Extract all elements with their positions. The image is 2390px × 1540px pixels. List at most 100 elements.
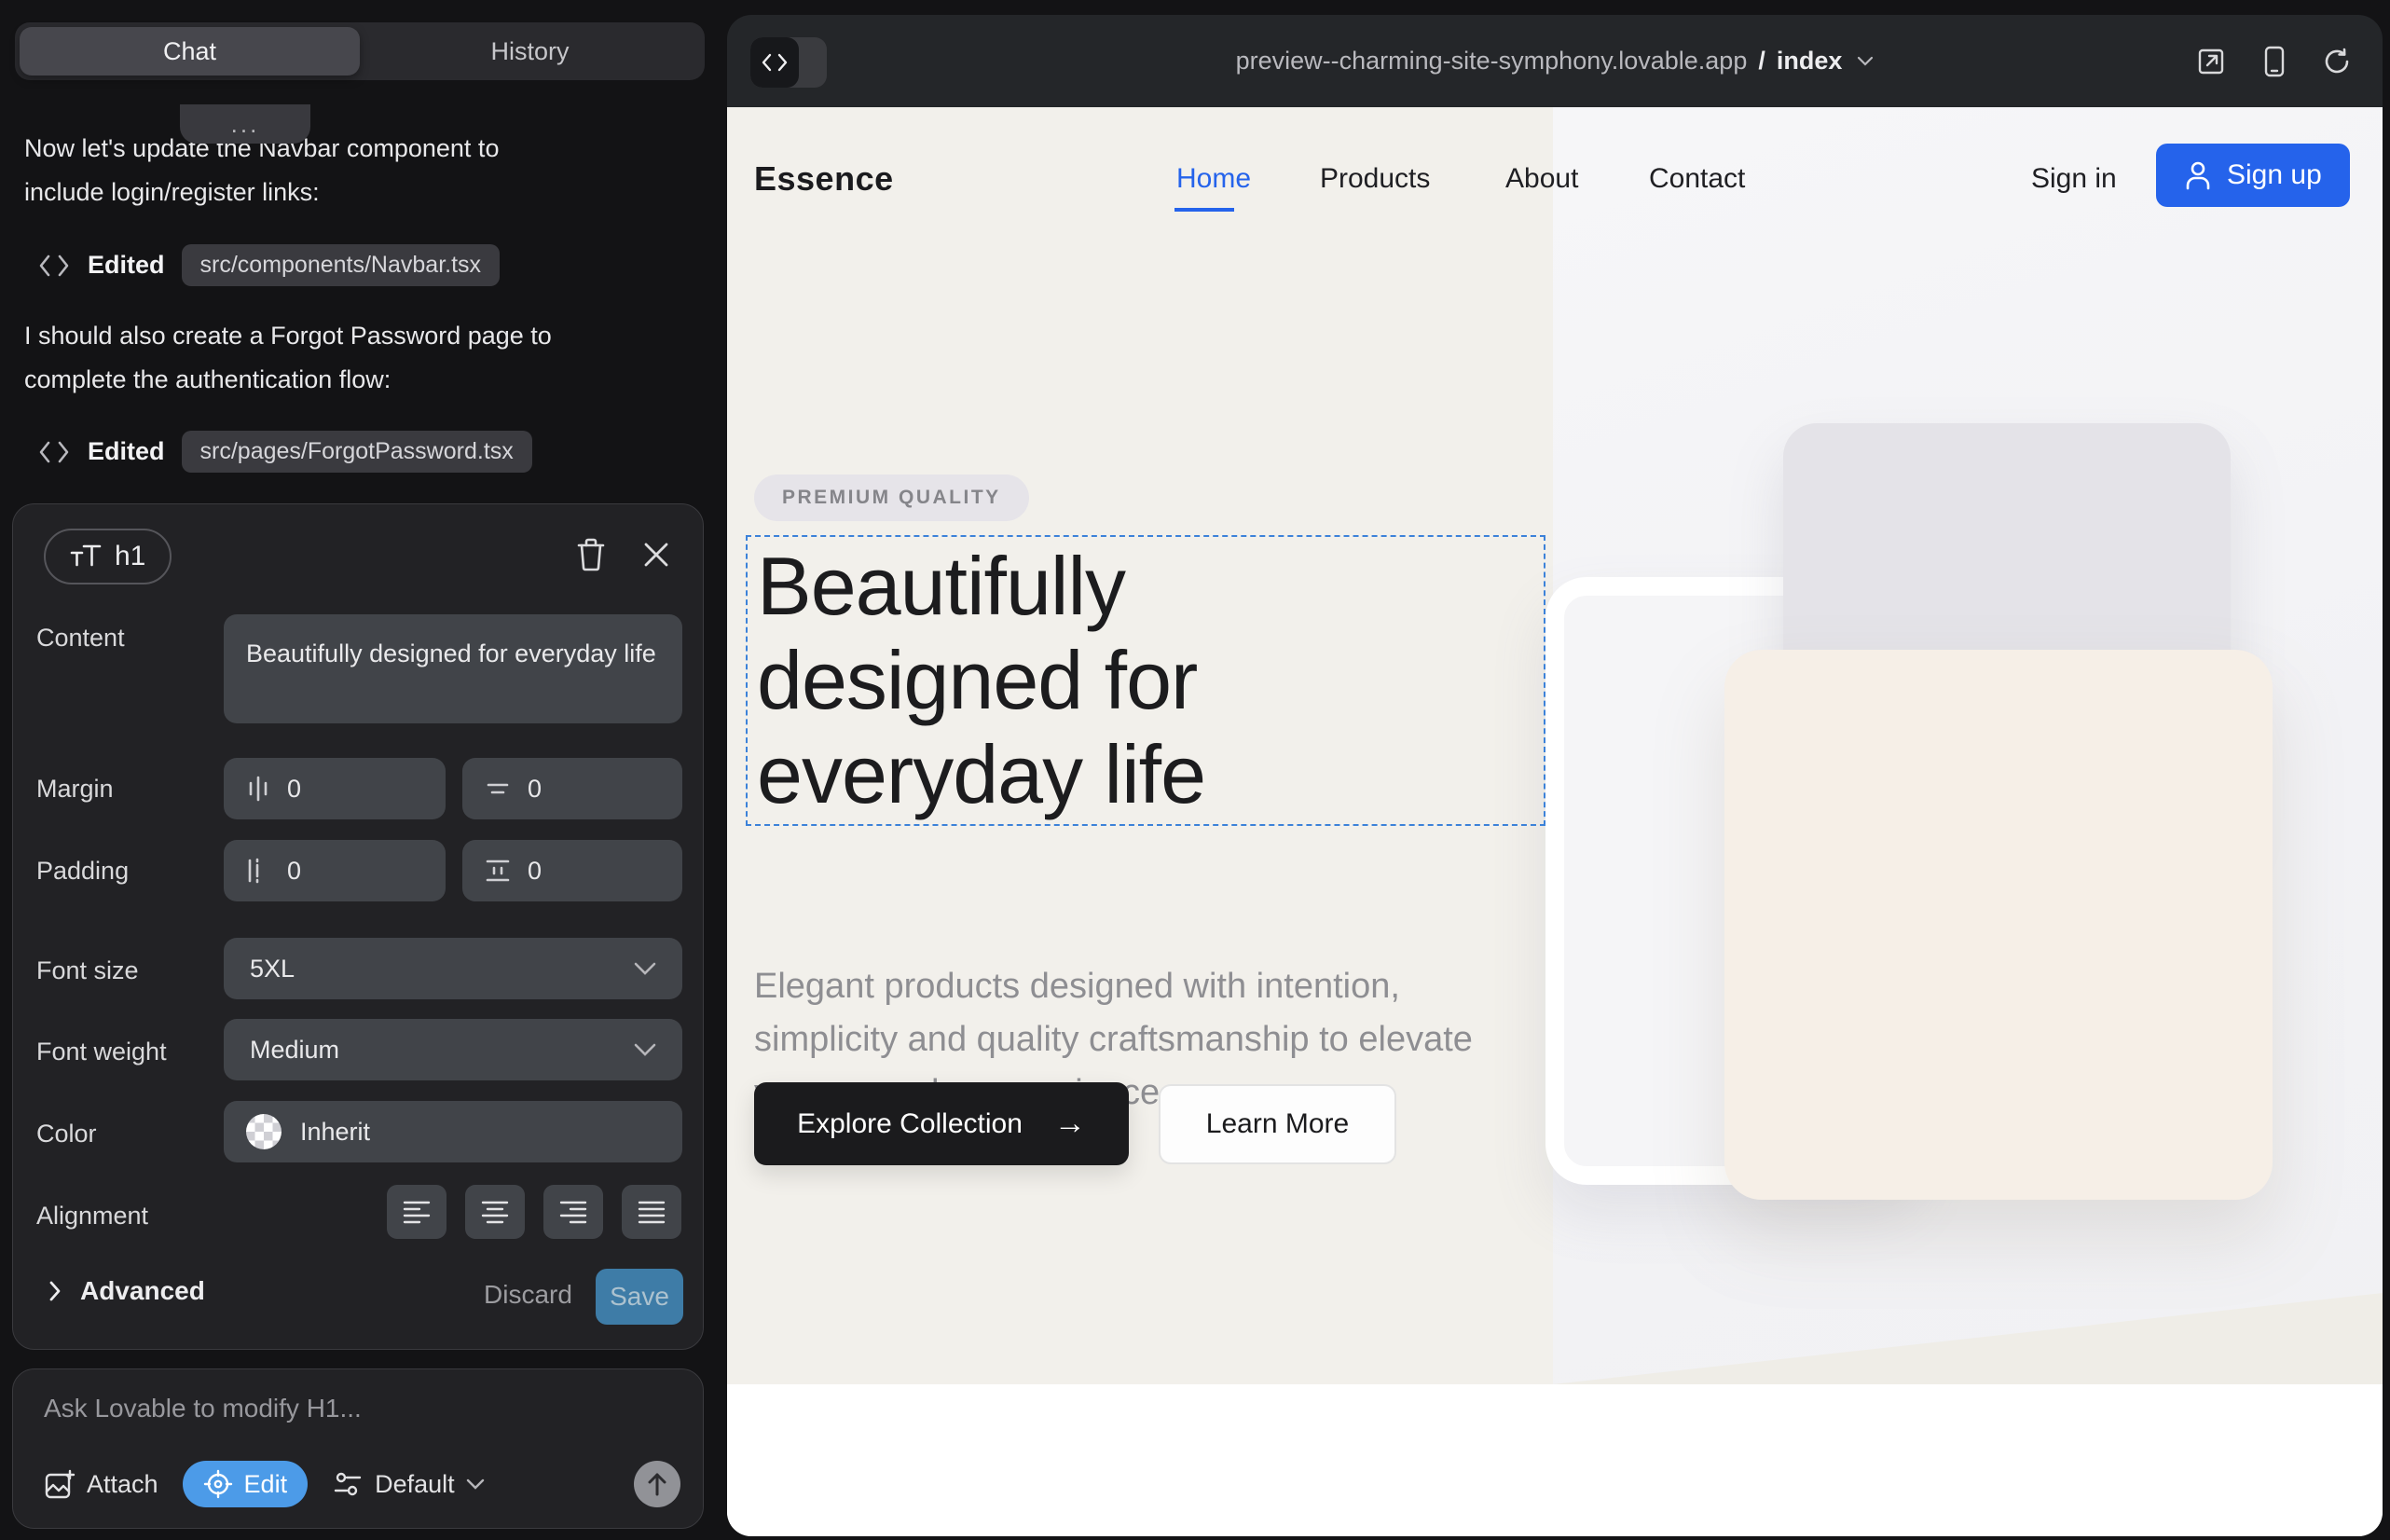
code-icon	[37, 253, 71, 279]
padding-vertical-input[interactable]: 0	[462, 840, 682, 901]
margin-vertical-value: 0	[528, 775, 542, 804]
edited-label: Edited	[88, 251, 165, 280]
align-justify-button[interactable]	[622, 1185, 681, 1239]
selected-tag-pill[interactable]: h1	[44, 529, 172, 584]
sign-up-label: Sign up	[2227, 159, 2322, 191]
font-size-select[interactable]: 5XL	[224, 938, 682, 999]
edited-label: Edited	[88, 437, 165, 466]
composer: Attach Edit Default	[12, 1368, 704, 1529]
margin-horizontal-input[interactable]: 0	[224, 758, 446, 819]
url-separator: /	[1758, 47, 1765, 76]
chat-message: I should also create a Forgot Password p…	[24, 314, 639, 402]
padding-label: Padding	[36, 857, 129, 886]
hero-heading-line: designed for	[757, 633, 1205, 727]
align-center-button[interactable]	[465, 1185, 525, 1239]
url-bar[interactable]: preview--charming-site-symphony.lovable.…	[727, 15, 2383, 107]
margin-vertical-icon	[483, 775, 513, 803]
margin-vertical-input[interactable]: 0	[462, 758, 682, 819]
hero-heading-line: everyday life	[757, 727, 1205, 821]
url-page: index	[1777, 47, 1843, 76]
edited-file-badge[interactable]: src/pages/ForgotPassword.tsx	[182, 431, 532, 473]
align-right-button[interactable]	[543, 1185, 603, 1239]
type-icon	[70, 543, 102, 571]
hero-heading-line: Beautifully	[757, 539, 1205, 633]
browser-chrome: preview--charming-site-symphony.lovable.…	[727, 15, 2383, 107]
chevron-down-icon	[466, 1478, 485, 1490]
close-panel-icon[interactable]	[636, 534, 677, 575]
refresh-icon[interactable]	[2323, 48, 2351, 76]
hero-decor-card-cream	[1724, 650, 2273, 1200]
browser-actions	[2196, 15, 2351, 107]
margin-horizontal-icon	[244, 774, 272, 804]
chevron-down-icon[interactable]	[1857, 56, 1874, 66]
selected-h1-outline[interactable]: Beautifully designed for everyday life	[746, 535, 1545, 826]
font-weight-select[interactable]: Medium	[224, 1019, 682, 1080]
nav-products[interactable]: Products	[1320, 163, 1430, 195]
tab-history[interactable]: History	[360, 27, 700, 76]
font-size-label: Font size	[36, 956, 139, 985]
default-label: Default	[375, 1470, 455, 1499]
edit-label: Edit	[244, 1470, 288, 1499]
attach-image-icon	[44, 1468, 76, 1500]
code-icon	[37, 439, 71, 465]
hero-heading[interactable]: Beautifully designed for everyday life	[757, 539, 1205, 821]
nav-contact[interactable]: Contact	[1649, 163, 1745, 195]
open-external-icon[interactable]	[2196, 47, 2226, 76]
color-select[interactable]: Inherit	[224, 1101, 682, 1162]
margin-label: Margin	[36, 775, 114, 804]
color-swatch-transparent	[246, 1114, 282, 1149]
premium-quality-badge: PREMIUM QUALITY	[754, 474, 1029, 521]
padding-horizontal-input[interactable]: 0	[224, 840, 446, 901]
edit-mode-button[interactable]: Edit	[183, 1461, 309, 1507]
align-left-button[interactable]	[387, 1185, 446, 1239]
alignment-group	[387, 1185, 681, 1239]
color-label: Color	[36, 1120, 97, 1148]
chevron-down-icon	[634, 962, 656, 975]
content-label: Content	[36, 624, 125, 653]
nav-home[interactable]: Home	[1176, 163, 1251, 195]
composer-input[interactable]	[44, 1394, 659, 1423]
font-weight-value: Medium	[250, 1036, 339, 1065]
mobile-view-icon[interactable]	[2263, 46, 2286, 77]
url-domain: preview--charming-site-symphony.lovable.…	[1236, 47, 1748, 76]
site-logo[interactable]: Essence	[754, 159, 894, 199]
chevron-down-icon	[634, 1043, 656, 1056]
attach-label: Attach	[87, 1470, 158, 1499]
user-icon	[2184, 160, 2212, 190]
sign-up-button[interactable]: Sign up	[2156, 144, 2350, 207]
site-preview: Essence Home Products About Contact Sign…	[727, 107, 2383, 1536]
element-editor-panel: h1 Content Beautifully designed for ever…	[12, 503, 704, 1350]
padding-horizontal-value: 0	[287, 857, 301, 886]
color-value: Inherit	[300, 1118, 370, 1147]
padding-vertical-value: 0	[528, 857, 542, 886]
nav-about[interactable]: About	[1505, 163, 1578, 195]
font-weight-label: Font weight	[36, 1038, 167, 1066]
edited-file-row[interactable]: Edited src/components/Navbar.tsx	[37, 244, 500, 286]
preview-browser-window: preview--charming-site-symphony.lovable.…	[727, 15, 2383, 1536]
default-mode-button[interactable]: Default	[332, 1470, 485, 1499]
edited-file-badge[interactable]: src/components/Navbar.tsx	[182, 244, 501, 286]
advanced-label: Advanced	[80, 1276, 205, 1306]
edited-file-row[interactable]: Edited src/pages/ForgotPassword.tsx	[37, 431, 532, 473]
tab-chat[interactable]: Chat	[20, 27, 360, 76]
delete-element-button[interactable]	[570, 534, 611, 575]
send-button[interactable]	[634, 1461, 680, 1507]
explore-collection-button[interactable]: Explore Collection →	[754, 1082, 1129, 1165]
lovable-workspace: ... Chat History Now let's update the Na…	[0, 0, 2390, 1540]
learn-more-button[interactable]: Learn More	[1159, 1084, 1396, 1164]
explore-collection-label: Explore Collection	[797, 1108, 1023, 1140]
sidebar-tabbar: Chat History	[15, 22, 705, 80]
sign-in-link[interactable]: Sign in	[2031, 163, 2117, 195]
nav-home-underline	[1174, 208, 1234, 212]
content-textarea[interactable]: Beautifully designed for everyday life	[224, 614, 682, 723]
discard-button[interactable]: Discard	[484, 1280, 572, 1310]
selected-tag-label: h1	[115, 541, 145, 572]
save-button[interactable]: Save	[596, 1269, 683, 1325]
attach-button[interactable]: Attach	[44, 1468, 158, 1500]
chevron-right-icon	[48, 1280, 62, 1302]
advanced-toggle[interactable]: Advanced	[48, 1276, 205, 1306]
alignment-label: Alignment	[36, 1202, 148, 1231]
arrow-right-icon: →	[1054, 1106, 1086, 1142]
padding-horizontal-icon	[244, 856, 272, 886]
truncated-message-pill: ...	[180, 104, 310, 144]
